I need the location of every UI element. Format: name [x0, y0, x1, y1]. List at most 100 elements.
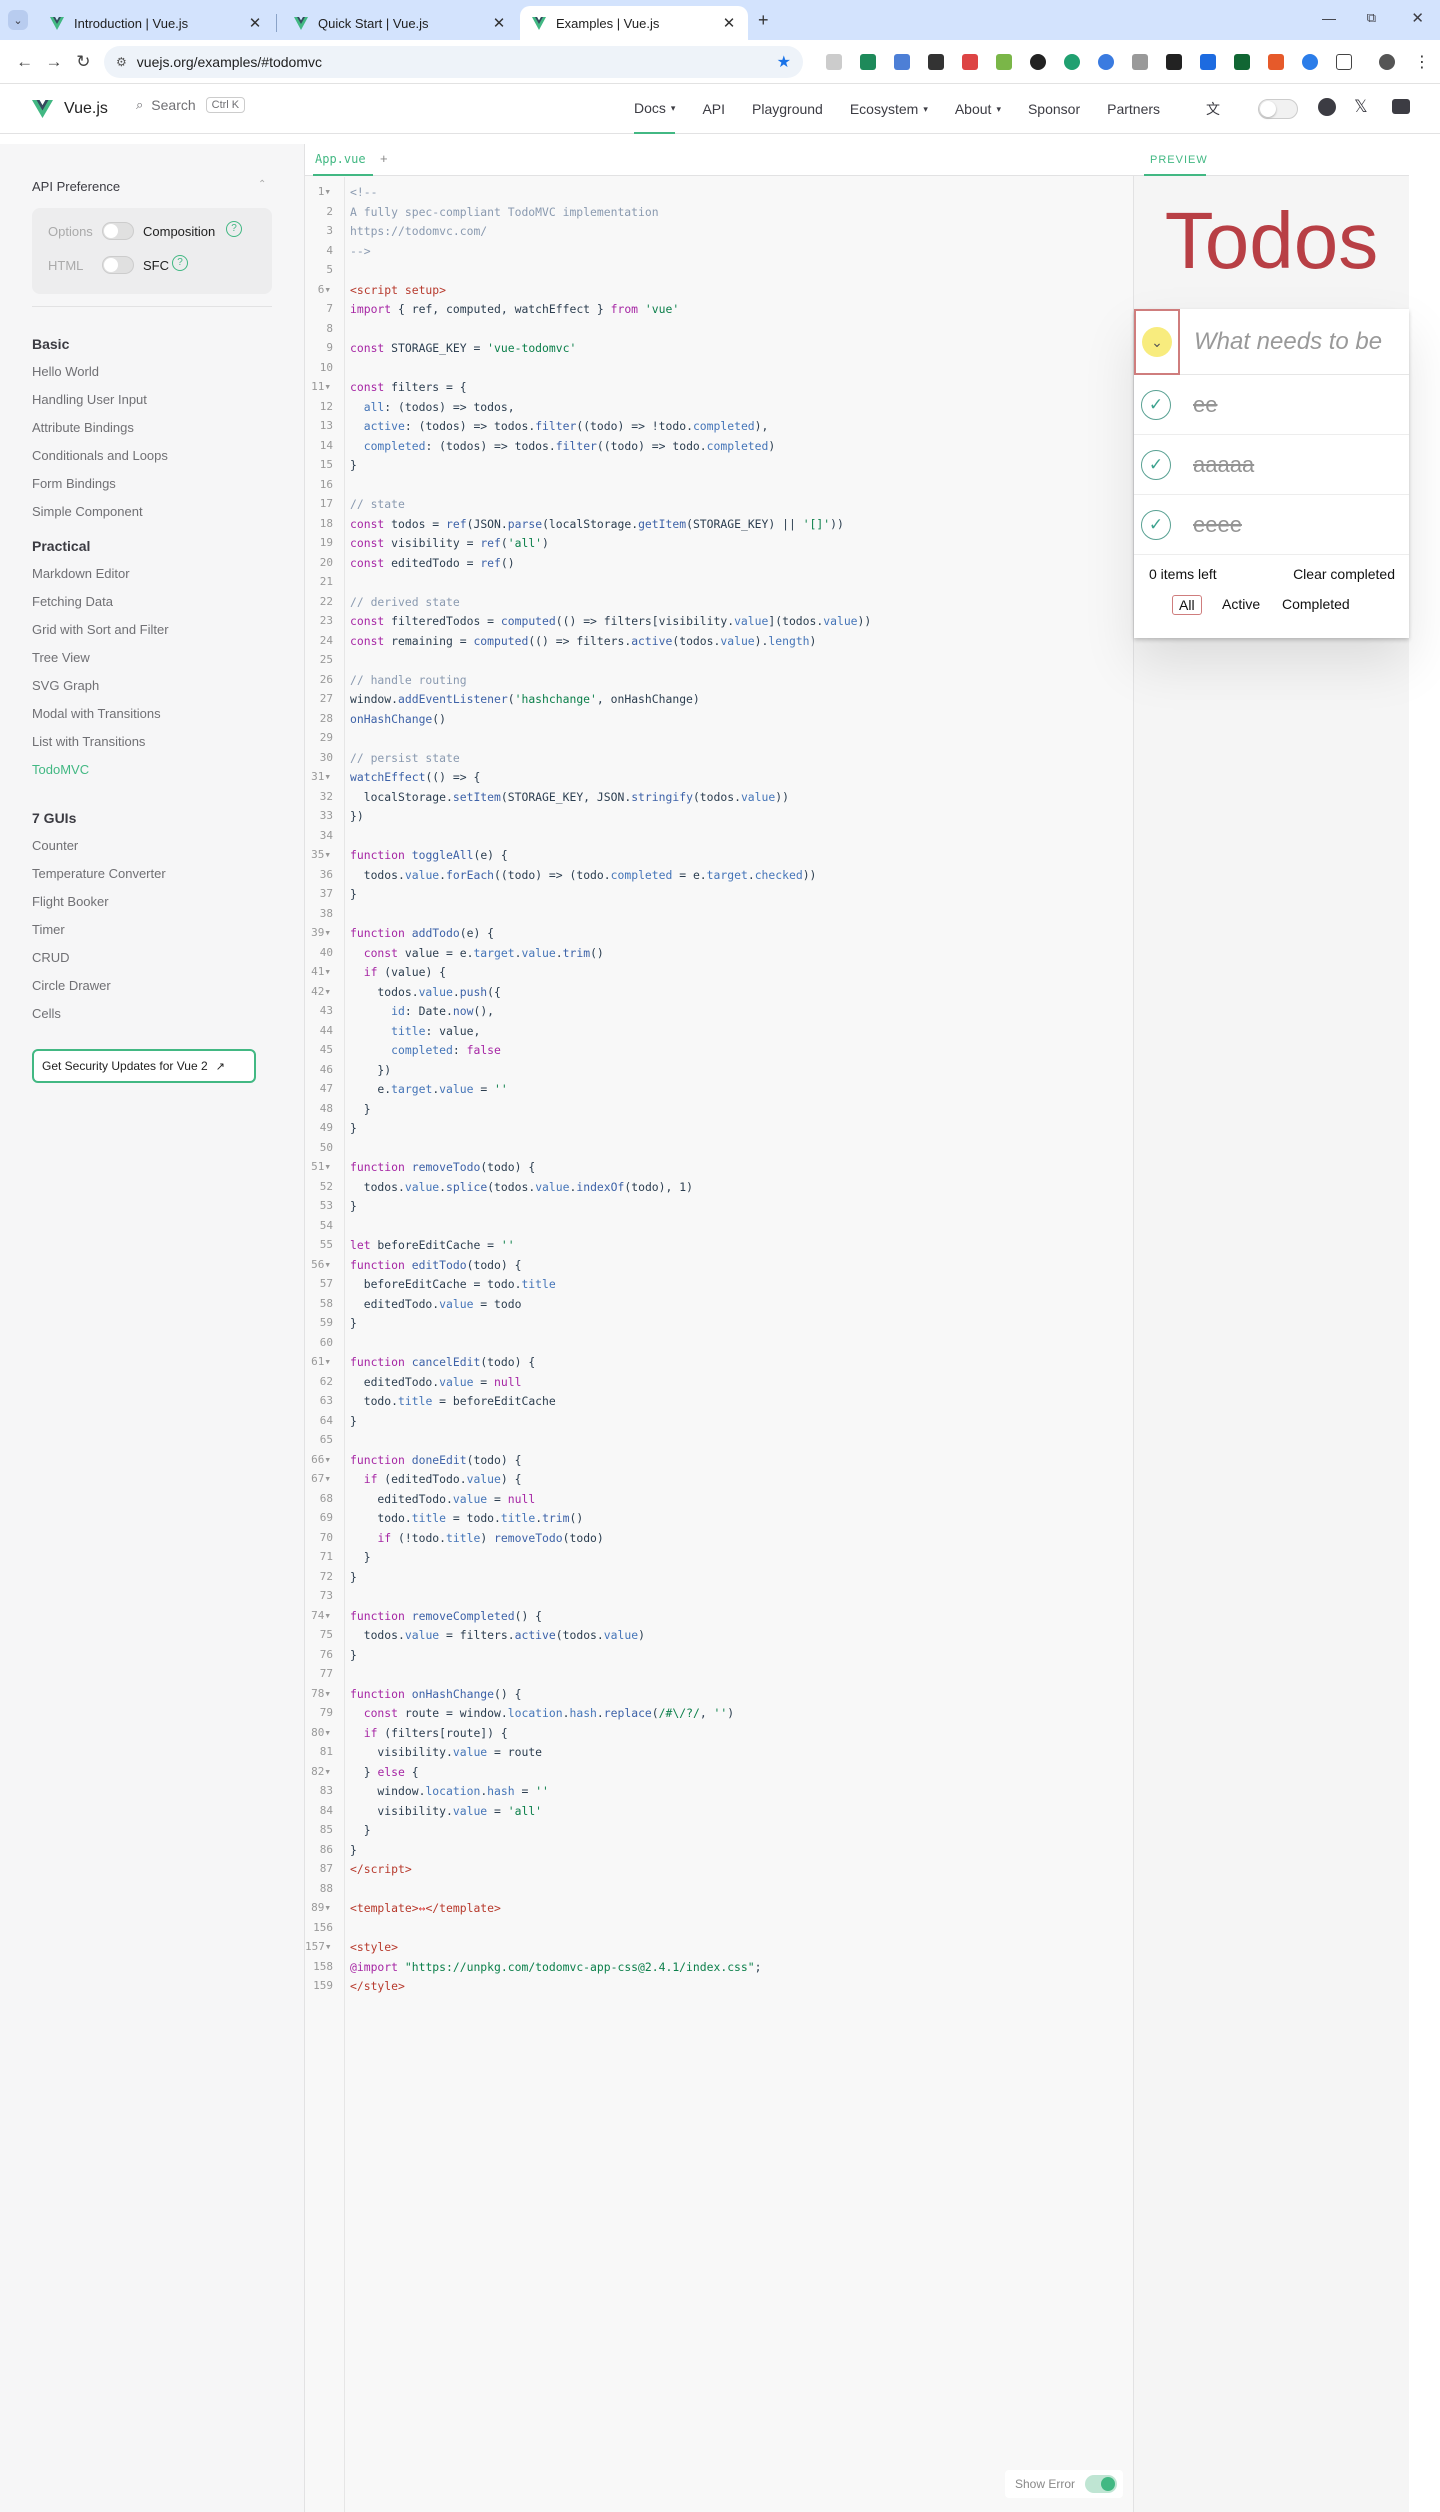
sidebar-item[interactable]: Attribute Bindings — [32, 420, 134, 435]
sidebar-item[interactable]: Cells — [32, 1006, 61, 1021]
puzzle-icon[interactable] — [1336, 53, 1352, 70]
close-tab-icon[interactable]: ✕ — [720, 14, 738, 32]
forward-icon[interactable]: → — [39, 46, 68, 78]
extension-icon[interactable] — [1302, 53, 1318, 70]
sidebar-item[interactable]: Conditionals and Loops — [32, 448, 168, 463]
nav-playground[interactable]: Playground — [752, 84, 823, 134]
nav-about[interactable]: About ▾ — [955, 84, 1001, 134]
extension-icon[interactable] — [962, 53, 978, 70]
filter-all[interactable]: All — [1172, 595, 1202, 615]
options-composition-toggle[interactable] — [102, 222, 134, 240]
sidebar-item[interactable]: List with Transitions — [32, 734, 145, 749]
bookmark-star-icon[interactable]: ★ — [777, 52, 791, 72]
help-icon[interactable]: ? — [172, 255, 188, 271]
filter-completed[interactable]: Completed — [1282, 596, 1350, 612]
nav-ecosystem[interactable]: Ecosystem ▾ — [850, 84, 928, 134]
sidebar-item[interactable]: Flight Booker — [32, 894, 109, 909]
help-icon[interactable]: ? — [226, 221, 242, 237]
sidebar-item[interactable]: Counter — [32, 838, 78, 853]
x-twitter-icon[interactable]: 𝕏 — [1354, 97, 1368, 117]
todo-item[interactable]: ✓ ee — [1134, 375, 1409, 435]
theme-toggle[interactable] — [1258, 99, 1298, 119]
restore-icon[interactable]: ⧉ — [1367, 10, 1376, 26]
checkmark-icon[interactable]: ✓ — [1141, 450, 1171, 480]
preview-tab[interactable]: PREVIEW — [1150, 154, 1208, 166]
discord-icon[interactable] — [1392, 99, 1410, 114]
extension-icon[interactable] — [1030, 53, 1046, 70]
more-menu-icon[interactable]: ⋮ — [1414, 52, 1430, 72]
translate-icon[interactable] — [894, 53, 910, 70]
sidebar-item[interactable]: Hello World — [32, 364, 99, 379]
github-icon[interactable] — [1318, 98, 1336, 116]
show-error-toggle[interactable]: Show Error — [1005, 2470, 1123, 2498]
toggle-all[interactable]: ⌄ — [1134, 309, 1180, 375]
close-tab-icon[interactable]: ✕ — [490, 14, 508, 32]
nav-sponsor[interactable]: Sponsor — [1028, 84, 1080, 134]
sidebar-item[interactable]: Temperature Converter — [32, 866, 166, 881]
avatar[interactable] — [1379, 53, 1395, 70]
extension-icon[interactable] — [1064, 53, 1080, 70]
add-file-button[interactable]: + — [380, 151, 388, 166]
sidebar-item[interactable]: Circle Drawer — [32, 978, 111, 993]
extension-icon[interactable] — [1200, 53, 1216, 70]
browser-tab-2[interactable]: Quick Start | Vue.js ✕ — [282, 6, 518, 40]
site-info-icon[interactable]: ⚙ — [116, 55, 127, 69]
extension-icon[interactable] — [1234, 53, 1250, 70]
extension-icon[interactable] — [860, 53, 876, 70]
sidebar-item[interactable]: Simple Component — [32, 504, 143, 519]
nav-api[interactable]: API — [702, 84, 725, 134]
sidebar-item[interactable]: Timer — [32, 922, 65, 937]
sidebar-item[interactable]: Tree View — [32, 650, 90, 665]
nav-partners[interactable]: Partners — [1107, 84, 1160, 134]
extension-icon[interactable] — [826, 53, 842, 70]
vue-favicon-icon — [532, 16, 546, 30]
back-icon[interactable]: ← — [10, 46, 39, 78]
close-tab-icon[interactable]: ✕ — [246, 14, 264, 32]
checkmark-icon[interactable]: ✓ — [1141, 510, 1171, 540]
code-line: function removeCompleted() { — [350, 1608, 543, 1623]
file-tab-app-vue[interactable]: App.vue — [315, 152, 366, 166]
html-sfc-toggle[interactable] — [102, 256, 134, 274]
security-updates-button[interactable]: Get Security Updates for Vue 2 ↗ — [32, 1049, 256, 1083]
close-window-icon[interactable]: ✕ — [1411, 9, 1424, 27]
checkmark-icon[interactable]: ✓ — [1141, 390, 1171, 420]
sidebar-item[interactable]: TodoMVC — [32, 762, 89, 777]
todo-item[interactable]: ✓ eeee — [1134, 495, 1409, 555]
extension-icon[interactable] — [1132, 53, 1148, 70]
new-tab-icon[interactable]: + — [758, 10, 769, 31]
todo-item[interactable]: ✓ aaaaa — [1134, 435, 1409, 495]
sidebar-item[interactable]: Form Bindings — [32, 476, 116, 491]
chevron-up-icon[interactable]: ⌃ — [258, 179, 266, 190]
line-number: 78▾ — [311, 1686, 331, 1700]
clear-completed-button[interactable]: Clear completed — [1293, 566, 1395, 582]
sidebar-item[interactable]: Markdown Editor — [32, 566, 130, 581]
tab-list-icon[interactable]: ⌄ — [8, 10, 28, 30]
reload-icon[interactable]: ↻ — [69, 46, 98, 78]
extension-icon[interactable] — [1268, 53, 1284, 70]
code-line: title: value, — [391, 1023, 481, 1038]
address-bar[interactable]: ⚙ vuejs.org/examples/#todomvc ★ — [104, 45, 803, 78]
translate-icon[interactable]: 文 — [1206, 99, 1220, 119]
sidebar-item[interactable]: SVG Graph — [32, 678, 99, 693]
sidebar-item[interactable]: Grid with Sort and Filter — [32, 622, 169, 637]
filter-active[interactable]: Active — [1222, 596, 1260, 612]
browser-tab-3-active[interactable]: Examples | Vue.js ✕ — [520, 6, 748, 40]
todo-app: ⌄ What needs to be ✓ ee ✓ aaaaa ✓ eeee 0 item… — [1134, 309, 1409, 638]
sidebar-item[interactable]: Handling User Input — [32, 392, 147, 407]
sidebar-item[interactable]: Modal with Transitions — [32, 706, 161, 721]
sidebar-item[interactable]: CRUD — [32, 950, 70, 965]
line-number: 31▾ — [311, 770, 331, 783]
vue-logo-icon[interactable] — [32, 100, 53, 118]
nav-docs[interactable]: Docs ▾ — [634, 84, 676, 134]
sidebar-item[interactable]: Fetching Data — [32, 594, 113, 609]
minimize-icon[interactable]: — — [1322, 10, 1336, 26]
line-number: 53 — [319, 1199, 333, 1212]
browser-tab-1[interactable]: Introduction | Vue.js ✕ — [38, 6, 274, 40]
site-logo-text[interactable]: Vue.js — [64, 100, 108, 118]
extension-icon[interactable] — [928, 53, 944, 70]
search-button[interactable]: ⌕ Search Ctrl K — [136, 97, 246, 113]
extension-icon[interactable] — [1098, 53, 1114, 70]
new-todo-input[interactable]: What needs to be — [1180, 309, 1409, 375]
extension-icon[interactable] — [996, 53, 1012, 70]
extension-icon[interactable] — [1166, 53, 1182, 70]
